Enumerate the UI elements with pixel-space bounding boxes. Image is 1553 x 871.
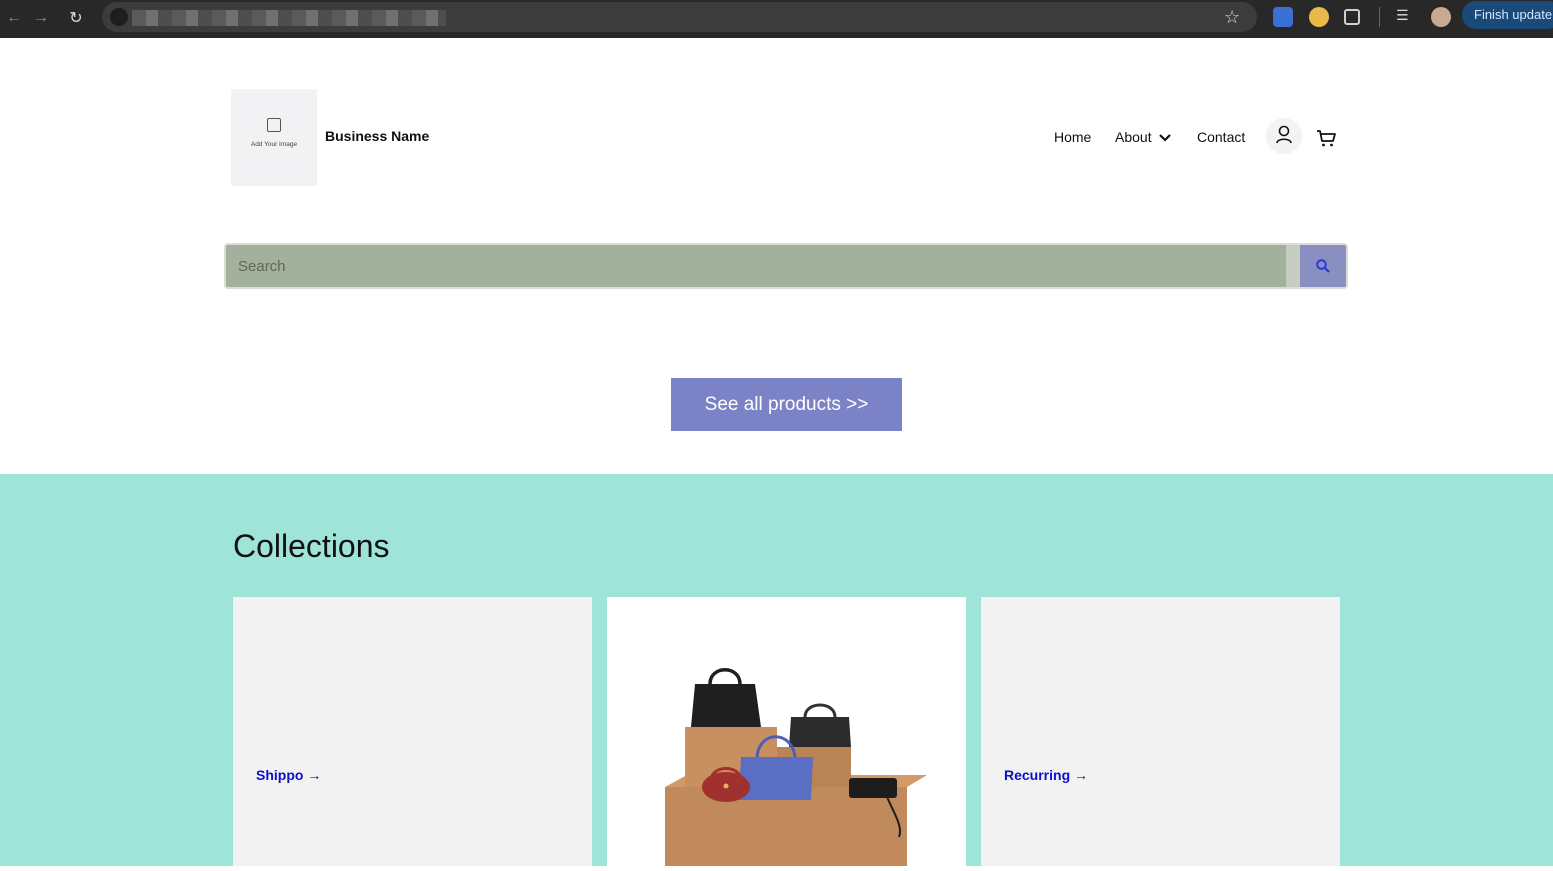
collection-card-shippo[interactable]: Shippo →: [233, 597, 592, 866]
search-button[interactable]: [1300, 245, 1346, 287]
collection-link-recurring[interactable]: Recurring →: [1004, 767, 1088, 783]
search-divider: [1286, 245, 1300, 287]
collection-card-recurring[interactable]: Recurring →: [981, 597, 1340, 866]
nav-home[interactable]: Home: [1054, 129, 1091, 145]
business-name[interactable]: Business Name: [325, 128, 429, 144]
site-header: Add Your Image Business Name Home About …: [0, 38, 1553, 474]
account-button[interactable]: [1266, 118, 1302, 154]
toolbar-divider: [1379, 7, 1380, 27]
see-all-products-button[interactable]: See all products >>: [671, 378, 902, 431]
search-icon: [1316, 259, 1330, 273]
forward-icon[interactable]: →: [27, 4, 55, 32]
site-info-icon[interactable]: [110, 8, 128, 26]
bags-illustration: [665, 668, 927, 866]
nav-contact[interactable]: Contact: [1197, 129, 1245, 145]
collections-section: Collections Shippo → Recurring →: [0, 474, 1553, 866]
chevron-down-icon: [1159, 134, 1172, 142]
finish-update-button[interactable]: Finish update: [1462, 1, 1553, 29]
cart-icon: [1317, 130, 1336, 147]
profile-icon[interactable]: [1431, 7, 1451, 27]
collection-link-shippo[interactable]: Shippo →: [256, 767, 321, 783]
add-image-icon: [267, 118, 281, 132]
cart-button[interactable]: [1314, 126, 1338, 150]
collection-card-bags[interactable]: [607, 597, 966, 866]
nav-about-label: About: [1115, 129, 1152, 145]
media-icon[interactable]: ☰: [1396, 7, 1416, 27]
extension-icon[interactable]: [1273, 7, 1293, 27]
logo-placeholder[interactable]: Add Your Image: [231, 89, 317, 186]
browser-toolbar: ← → ↻ ☆ ☰ Finish update: [0, 0, 1553, 38]
reload-icon[interactable]: ↻: [62, 4, 90, 32]
search-input[interactable]: [226, 245, 1286, 287]
back-icon[interactable]: ←: [0, 4, 28, 32]
extension-icon[interactable]: [1309, 7, 1329, 27]
puzzle-icon[interactable]: [1344, 9, 1360, 25]
nav-about[interactable]: About: [1115, 129, 1172, 145]
logo-placeholder-label: Add Your Image: [250, 141, 298, 148]
user-icon: [1276, 125, 1292, 144]
address-bar[interactable]: [102, 2, 1257, 32]
bookmark-star-icon[interactable]: ☆: [1224, 7, 1240, 28]
collections-title: Collections: [233, 528, 390, 564]
url-text-redacted: [132, 10, 446, 26]
search-bar: [224, 243, 1348, 289]
